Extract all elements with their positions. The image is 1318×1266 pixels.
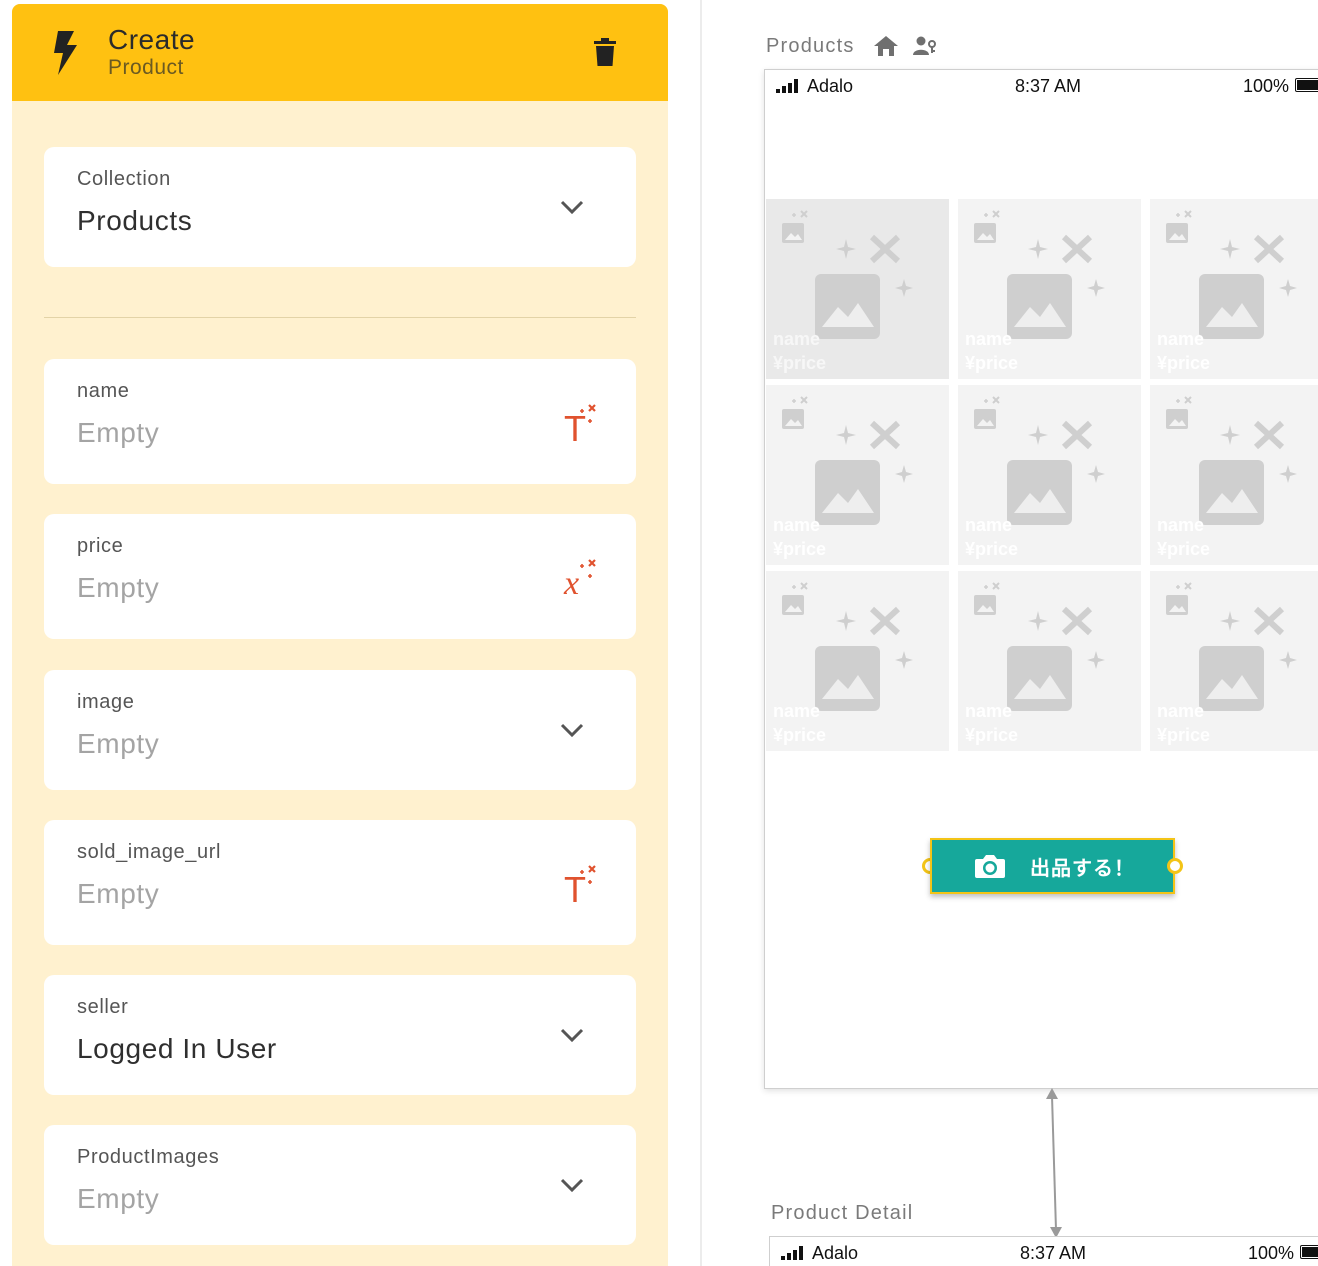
- product-list-item[interactable]: name ¥price: [766, 571, 949, 751]
- product-price: ¥price: [965, 353, 1019, 373]
- product-list-item[interactable]: name ¥price: [958, 199, 1141, 379]
- product-price: ¥price: [965, 725, 1019, 745]
- product-name: name: [773, 701, 821, 721]
- product-list-item[interactable]: name ¥price: [766, 385, 949, 565]
- status-bar: Adalo 8:37 AM 100%: [770, 1237, 1318, 1266]
- product-price: ¥price: [773, 725, 827, 745]
- product-name: name: [965, 701, 1013, 721]
- sell-button-label: 出品する！: [1030, 855, 1135, 880]
- sell-button[interactable]: 出品する！: [930, 838, 1175, 894]
- image-placeholder-icon: [1166, 396, 1297, 525]
- field-price[interactable]: price Empty x: [44, 514, 636, 639]
- svg-text:x: x: [563, 565, 579, 600]
- field-value: Empty: [77, 572, 160, 603]
- product-list-item[interactable]: name ¥price: [1150, 571, 1318, 751]
- battery-percent: 100%: [1243, 76, 1290, 96]
- field-label: price: [77, 535, 124, 557]
- product-list-item[interactable]: name ¥price: [1150, 199, 1318, 379]
- svg-text:T: T: [564, 408, 586, 445]
- image-placeholder-icon: [974, 210, 1105, 339]
- camera-icon: [975, 855, 1005, 878]
- magic-number-icon[interactable]: x: [560, 556, 602, 600]
- product-name: name: [1157, 329, 1205, 349]
- action-header: Create Product: [12, 4, 668, 101]
- product-name: name: [1157, 701, 1205, 721]
- image-placeholder-icon: [974, 582, 1105, 711]
- field-sold-image-url[interactable]: sold_image_url Empty T: [44, 820, 636, 945]
- product-list-item[interactable]: name ¥price: [1150, 385, 1318, 565]
- battery-icon: [1295, 78, 1318, 92]
- field-name[interactable]: name Empty T: [44, 359, 636, 484]
- field-label: image: [77, 691, 135, 713]
- image-placeholder-icon: [1166, 582, 1297, 711]
- field-value: Empty: [77, 878, 160, 909]
- product-name: name: [965, 515, 1013, 535]
- chevron-down-icon: [560, 1178, 584, 1193]
- status-time: 8:37 AM: [1015, 76, 1082, 96]
- field-label: ProductImages: [77, 1146, 220, 1168]
- action-title: Create: [108, 23, 196, 55]
- status-bar: Adalo 8:37 AM 100%: [765, 70, 1318, 102]
- chevron-down-icon: [560, 723, 584, 738]
- field-label: Collection: [77, 168, 171, 190]
- trash-icon[interactable]: [594, 38, 616, 66]
- magic-text-icon[interactable]: T: [560, 862, 602, 906]
- action-subtitle: Product: [108, 55, 184, 79]
- product-price: ¥price: [773, 353, 827, 373]
- navigation-link-arrow[interactable]: [1040, 1088, 1070, 1238]
- divider: [44, 317, 636, 318]
- image-placeholder-icon: [1166, 210, 1297, 339]
- field-seller[interactable]: seller Logged In User: [44, 975, 636, 1095]
- image-placeholder-icon: [974, 396, 1105, 525]
- field-label: sold_image_url: [77, 841, 222, 863]
- home-icon: [874, 36, 898, 56]
- carrier-name: Adalo: [807, 76, 854, 96]
- battery-percent: 100%: [1248, 1243, 1295, 1263]
- signal-icon: [781, 1246, 803, 1260]
- panel-separator: [700, 0, 702, 1266]
- chevron-down-icon: [560, 1028, 584, 1043]
- field-value: Products: [77, 205, 193, 236]
- resize-handle-right[interactable]: [1167, 858, 1183, 874]
- user-permissions-icon: [913, 36, 936, 55]
- product-name: name: [773, 329, 821, 349]
- product-detail-screen[interactable]: Adalo 8:37 AM 100%: [769, 1236, 1318, 1266]
- field-label: seller: [77, 996, 129, 1018]
- product-price: ¥price: [1157, 539, 1211, 559]
- product-price: ¥price: [1157, 725, 1211, 745]
- image-placeholder-icon: [782, 396, 913, 525]
- product-name: name: [773, 515, 821, 535]
- signal-icon: [776, 79, 798, 93]
- image-placeholder-icon: [782, 210, 913, 339]
- status-time: 8:37 AM: [1020, 1243, 1087, 1263]
- lightning-icon: [54, 30, 77, 75]
- field-value: Empty: [77, 728, 160, 759]
- collection-dropdown[interactable]: Collection Products: [44, 147, 636, 267]
- product-name: name: [1157, 515, 1205, 535]
- product-name: name: [965, 329, 1013, 349]
- screen-title-product-detail[interactable]: Product Detail: [771, 1202, 913, 1225]
- field-image[interactable]: image Empty: [44, 670, 636, 790]
- field-product-images[interactable]: ProductImages Empty: [44, 1125, 636, 1245]
- svg-text:T: T: [564, 869, 586, 906]
- chevron-down-icon: [560, 200, 584, 215]
- field-value: Empty: [77, 1183, 160, 1214]
- product-price: ¥price: [1157, 353, 1211, 373]
- image-placeholder-icon: [782, 582, 913, 711]
- field-value: Empty: [77, 417, 160, 448]
- carrier-name: Adalo: [812, 1243, 859, 1263]
- product-price: ¥price: [773, 539, 827, 559]
- product-list-item[interactable]: name ¥price: [958, 385, 1141, 565]
- field-value: Logged In User: [77, 1033, 277, 1064]
- product-price: ¥price: [965, 539, 1019, 559]
- screen-title-products[interactable]: Products: [766, 35, 855, 58]
- create-product-action-panel: Create Product Collection Products name …: [12, 4, 668, 1266]
- magic-text-icon[interactable]: T: [560, 401, 602, 445]
- product-list-item[interactable]: name ¥price: [958, 571, 1141, 751]
- battery-icon: [1300, 1245, 1318, 1259]
- field-label: name: [77, 380, 130, 402]
- product-list-item[interactable]: name ¥price: [766, 199, 949, 379]
